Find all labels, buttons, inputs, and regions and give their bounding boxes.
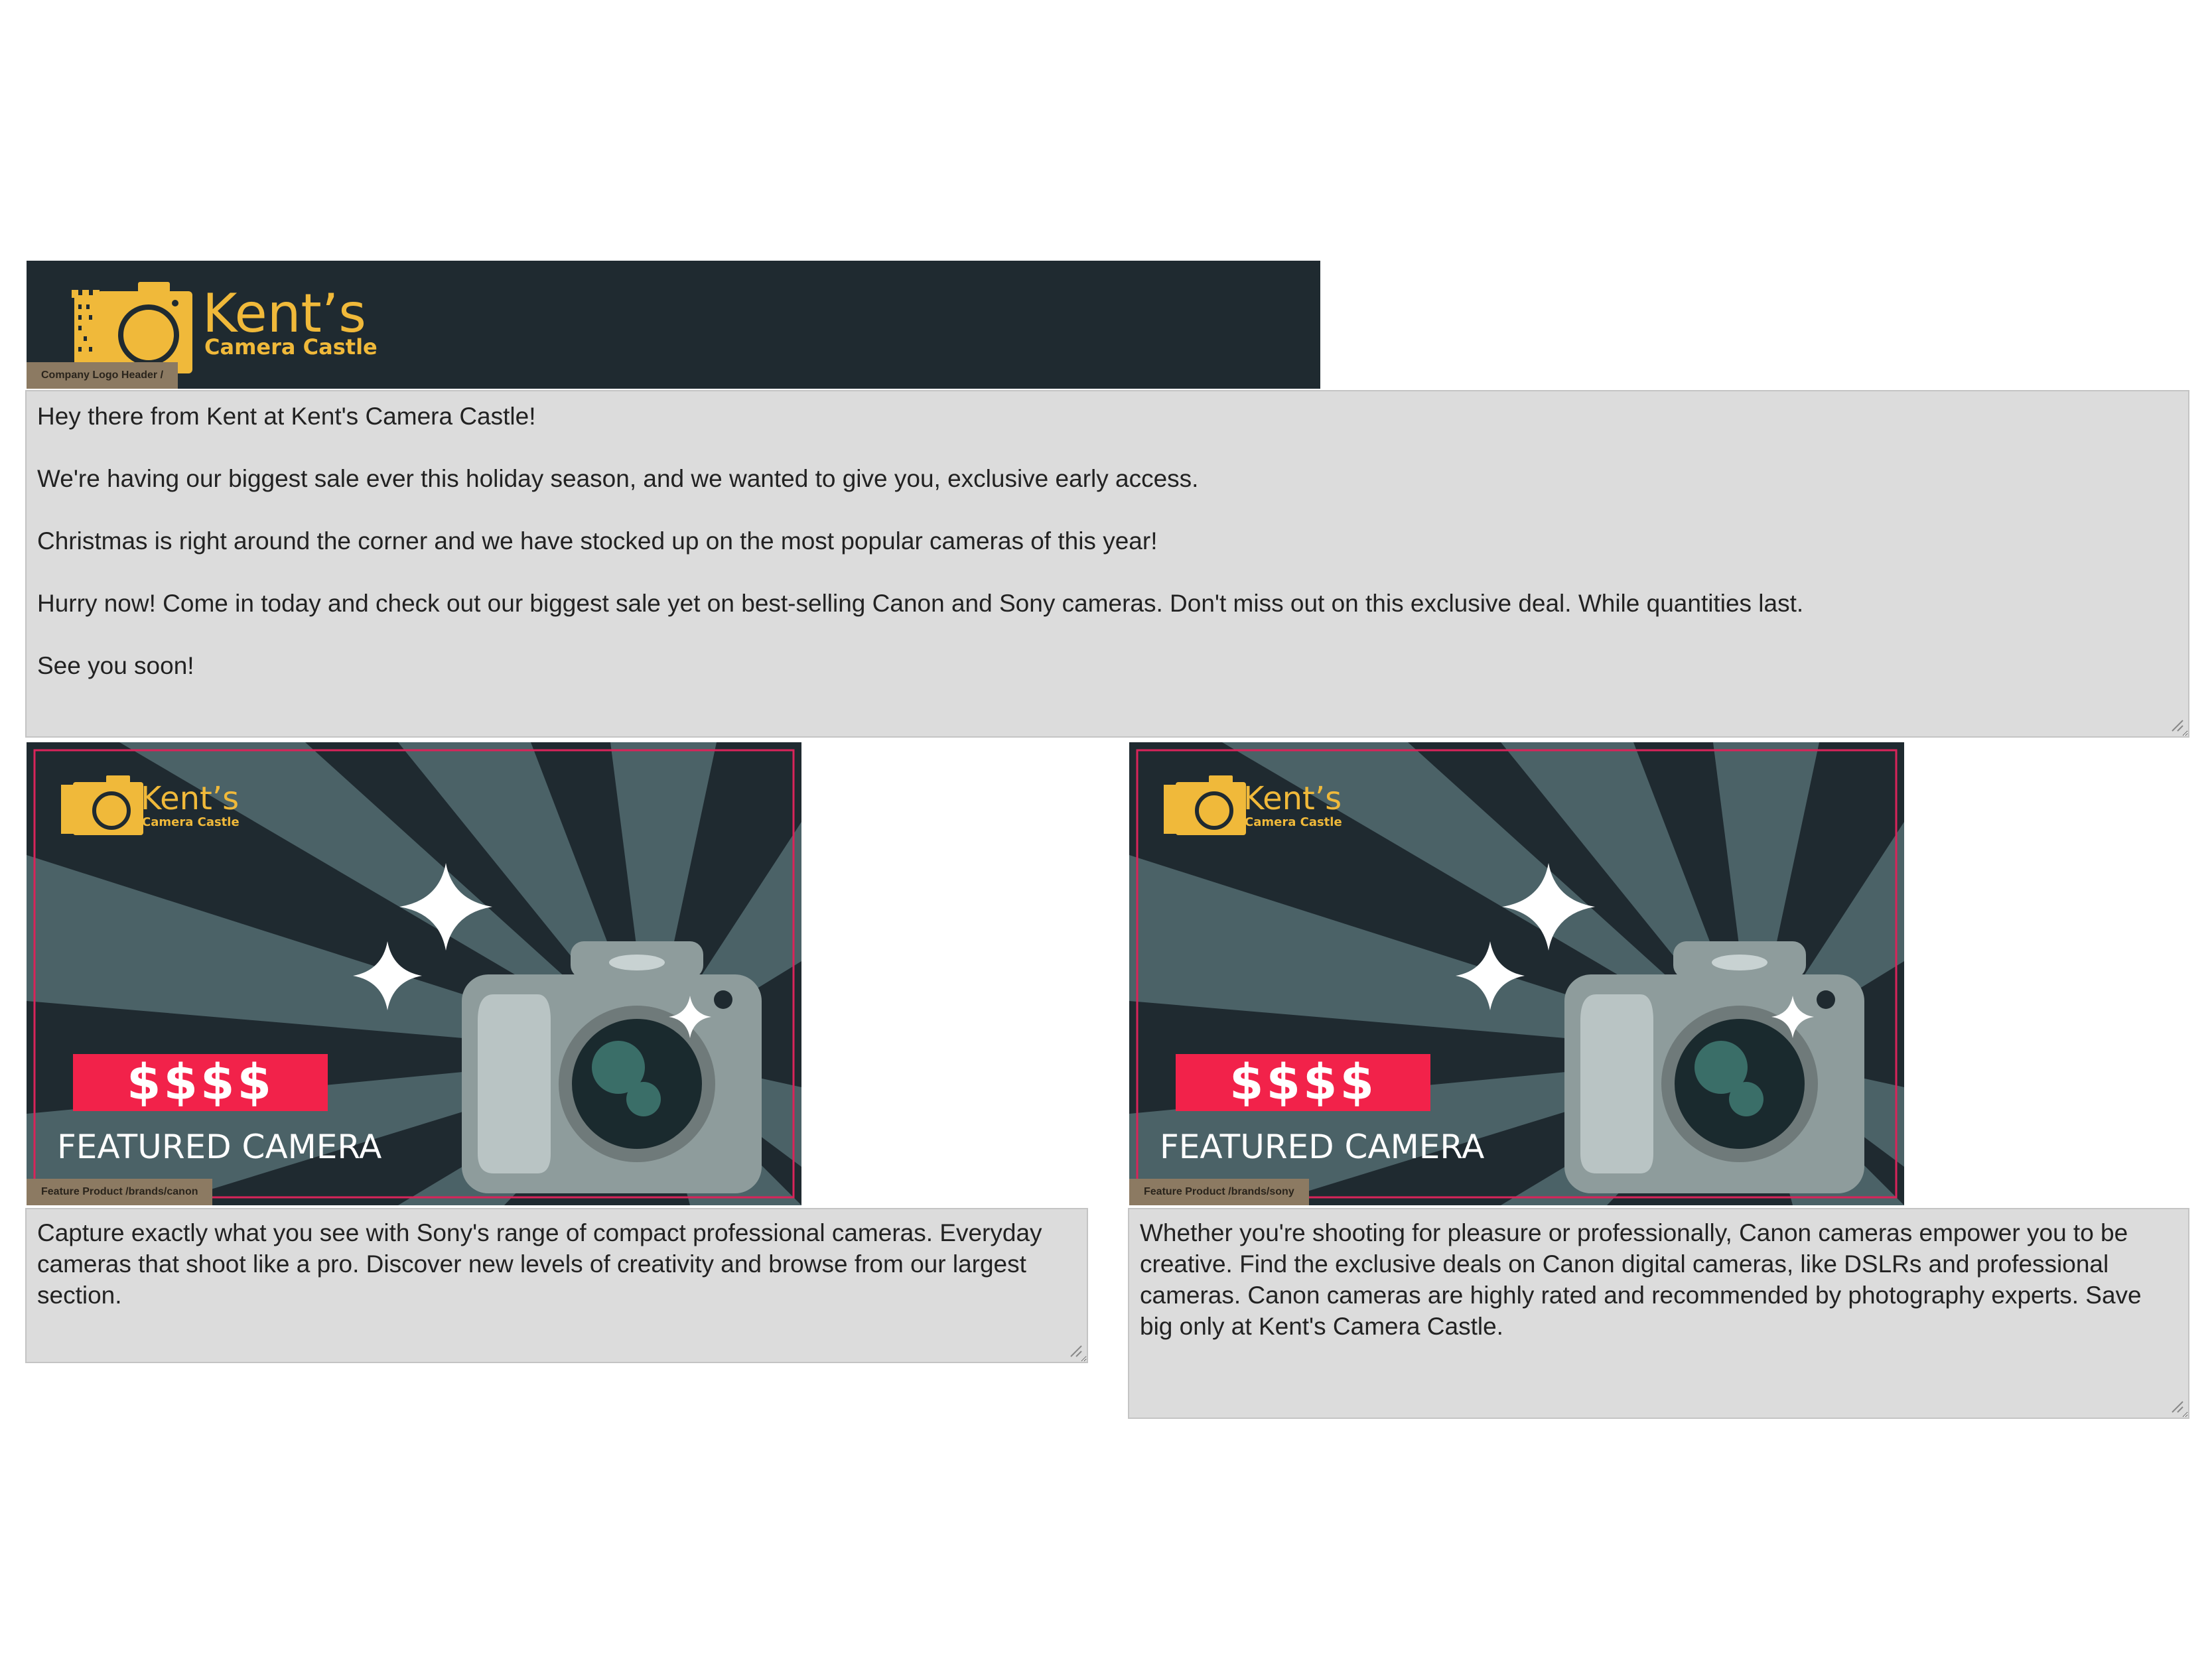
intro-paragraph: See you soon!	[37, 652, 194, 679]
feature-product-tag: Feature Product /brands/sony	[1129, 1179, 1309, 1205]
intro-paragraph: Hurry now! Come in today and check out o…	[37, 590, 1804, 617]
banner-logo-name: Kent’s	[141, 780, 240, 817]
banner-logo-subtitle: Camera Castle	[142, 815, 240, 829]
featured-camera-label: FEATURED CAMERA	[1160, 1128, 1485, 1166]
product-description: Capture exactly what you see with Sony's…	[37, 1219, 1042, 1309]
logo-name: Kent’s	[202, 283, 366, 344]
banner-logo-name: Kent’s	[1243, 780, 1342, 817]
price-label: $$$$	[1176, 1054, 1430, 1111]
feature-product-tag: Feature Product /brands/canon	[27, 1179, 213, 1205]
featured-camera-banner: Kent’s Camera Castle $$$$ FEATURED CAMER…	[27, 742, 801, 1205]
featured-camera-label: FEATURED CAMERA	[57, 1128, 382, 1166]
resize-grip-icon[interactable]	[2170, 1399, 2184, 1414]
resize-grip-icon[interactable]	[2170, 718, 2184, 732]
intro-paragraph: Hey there from Kent at Kent's Camera Cas…	[37, 403, 536, 430]
header-tag-label: Company Logo Header /	[27, 362, 178, 389]
banner-logo-subtitle: Camera Castle	[1245, 815, 1342, 829]
resize-grip-icon[interactable]	[1068, 1343, 1083, 1358]
product-description: Whether you're shooting for pleasure or …	[1140, 1219, 2142, 1340]
featured-camera-banner: Kent’s Camera Castle $$$$ FEATURED CAMER…	[1129, 742, 1904, 1205]
company-logo-header: Kent’s Camera Castle Company Logo Header…	[27, 261, 1320, 389]
canon-description-textarea[interactable]: Whether you're shooting for pleasure or …	[1128, 1208, 2189, 1419]
intro-paragraph: Christmas is right around the corner and…	[37, 527, 1158, 555]
intro-message-textarea[interactable]: Hey there from Kent at Kent's Camera Cas…	[25, 390, 2189, 738]
intro-paragraph: We're having our biggest sale ever this …	[37, 465, 1199, 492]
logo-subtitle: Camera Castle	[204, 334, 378, 360]
price-label: $$$$	[73, 1054, 328, 1111]
sony-description-textarea[interactable]: Capture exactly what you see with Sony's…	[25, 1208, 1088, 1363]
